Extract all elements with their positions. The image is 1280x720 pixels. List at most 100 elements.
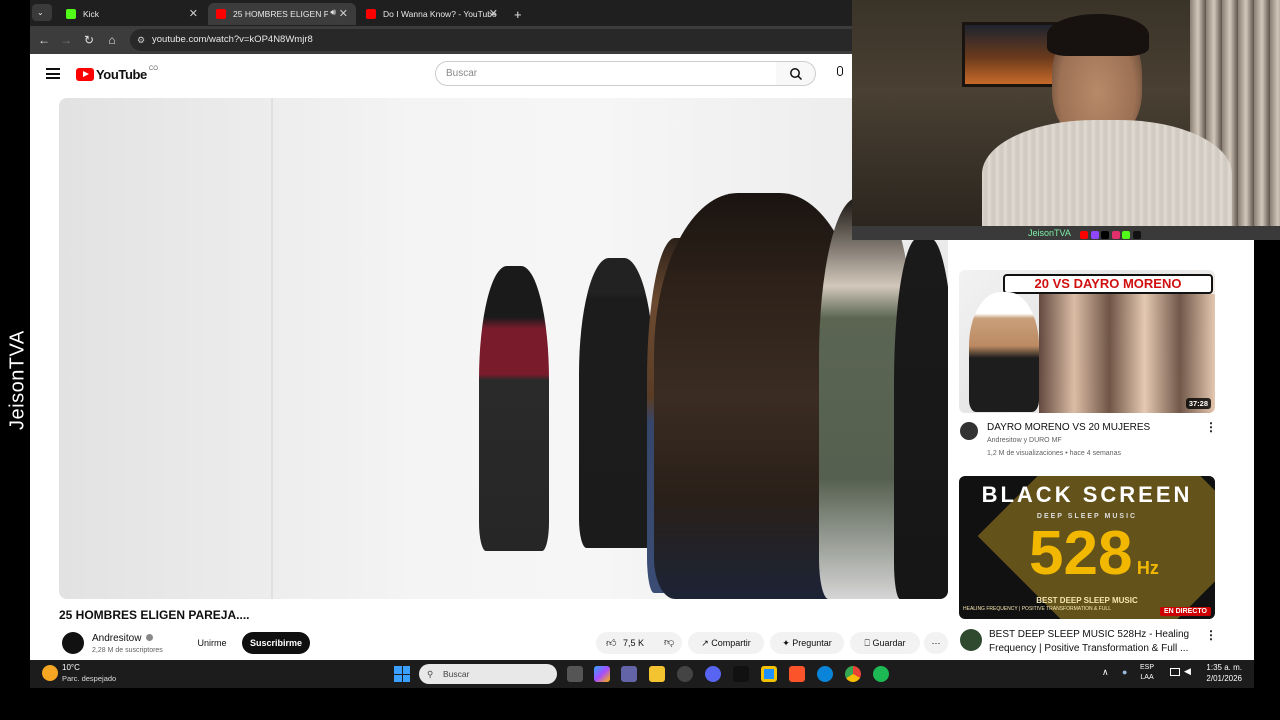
save-button[interactable]: ⎕ Guardar	[850, 632, 920, 654]
sparkle-icon: ✦	[782, 638, 790, 648]
share-button[interactable]: ↗ Compartir	[688, 632, 764, 654]
site-info-icon[interactable]: ⚙	[137, 29, 145, 51]
tab-label: Do I Wanna Know? - YouTube	[383, 9, 497, 19]
back-icon[interactable]: ←	[36, 32, 52, 48]
more-actions-button[interactable]: ⋯	[924, 632, 948, 654]
tab-kick[interactable]: Kick ✕	[58, 3, 206, 25]
like-dislike-group: 👍︎ 7,5 K 👎︎	[596, 632, 682, 654]
subscriber-count: 2,28 M de suscriptores	[92, 647, 163, 654]
thumbnail-caption-small: HEALING FREQUENCY | POSITIVE TRANSFORMAT…	[963, 606, 1111, 612]
frequency-unit: Hz	[1136, 558, 1159, 578]
taskbar-search-text: Buscar	[443, 669, 470, 679]
twitch-icon	[1090, 231, 1099, 239]
streamer-handle: JeisonTVA	[1028, 228, 1071, 238]
weather-icon[interactable]	[42, 665, 58, 681]
ask-label: Preguntar	[792, 638, 832, 648]
recommended-thumbnail[interactable]: BLACK SCREEN DEEP SLEEP MUSIC 528 Hz BES…	[959, 476, 1215, 619]
video-duration: 37:28	[1185, 398, 1211, 409]
recommended-title[interactable]: BEST DEEP SLEEP MUSIC 528Hz - Healing	[989, 629, 1189, 640]
discord-icon[interactable]	[705, 666, 721, 682]
chevron-up-icon[interactable]: ∧	[1102, 667, 1109, 678]
search-icon	[790, 68, 803, 81]
tiktok-icon[interactable]	[733, 666, 749, 682]
channel-avatar-small[interactable]	[960, 422, 978, 440]
tiktok-icon	[1132, 231, 1141, 239]
settings-icon[interactable]	[677, 666, 693, 682]
weather-description[interactable]: Parc. despejado	[62, 674, 116, 683]
spotify-icon[interactable]	[873, 666, 889, 682]
webcam-overlay	[852, 0, 1280, 228]
live-badge: EN DIRECTO	[1159, 607, 1211, 616]
more-vertical-icon[interactable]: ⋮	[1205, 420, 1217, 434]
brave-icon[interactable]	[789, 666, 805, 682]
join-button[interactable]: Unirme	[187, 632, 237, 654]
channel-name-text: Andresitow	[92, 633, 142, 644]
keyboard-layout: LAA	[1140, 674, 1154, 681]
chrome-icon[interactable]	[845, 666, 861, 682]
thumbnail-text: 20 VS DAYRO MORENO	[1034, 276, 1182, 291]
forward-icon[interactable]: →	[58, 32, 74, 48]
search-input[interactable]: Buscar	[435, 61, 777, 86]
edge-icon[interactable]	[817, 666, 833, 682]
youtube-play-icon	[76, 67, 94, 81]
video-player[interactable]	[59, 98, 948, 599]
clock-date[interactable]: 2/01/2026	[1190, 674, 1242, 683]
taskbar-search[interactable]: ⚲ Buscar	[419, 664, 557, 684]
ask-button[interactable]: ✦ Preguntar	[770, 632, 844, 654]
close-icon[interactable]: ✕	[189, 7, 198, 20]
microphone-icon[interactable]: ●	[1122, 667, 1127, 677]
microphone-icon[interactable]	[834, 66, 846, 82]
reload-icon[interactable]: ↻	[81, 32, 97, 48]
thumbnail-heading: BLACK SCREEN	[981, 482, 1193, 507]
recommended-meta: 1,2 M de visualizaciones • hace 4 semana…	[987, 450, 1121, 457]
recommended-channel[interactable]: Andresitow y DURO MF	[987, 437, 1062, 444]
social-icons	[1080, 229, 1141, 243]
recommended-title[interactable]: DAYRO MORENO VS 20 MUJERES	[987, 422, 1150, 433]
weather-temperature[interactable]: 10°C	[62, 663, 80, 672]
webcam-social-bar: JeisonTVA	[852, 226, 1280, 240]
search-button[interactable]	[776, 61, 816, 86]
tab-list-button[interactable]: ⌄	[32, 4, 52, 21]
share-label: Compartir	[711, 638, 751, 648]
recommended-thumbnail[interactable]: 20 VS DAYRO MORENO 37:28	[959, 270, 1215, 413]
share-icon: ↗	[701, 638, 709, 648]
instagram-icon	[1111, 231, 1120, 239]
home-icon[interactable]: ⌂	[104, 32, 120, 48]
youtube-logo[interactable]: YouTube CO	[76, 66, 158, 82]
streamer-hair	[1047, 14, 1149, 56]
close-icon[interactable]: ✕	[489, 7, 498, 20]
tab-do-i-wanna-know[interactable]: Do I Wanna Know? - YouTube ✕	[358, 3, 506, 25]
new-tab-button[interactable]: +	[508, 3, 532, 25]
task-view-icon[interactable]	[567, 666, 583, 682]
youtube-icon	[1080, 231, 1088, 239]
file-explorer-icon[interactable]	[649, 666, 665, 682]
address-url: youtube.com/watch?v=kOP4N8Wmjr8	[152, 34, 313, 45]
network-icon[interactable]	[1170, 668, 1180, 676]
windows-start-icon[interactable]	[394, 666, 410, 682]
tab-label: 25 HOMBRES ELIGEN PARE...	[233, 9, 328, 19]
language-indicator[interactable]: ESP LAA	[1140, 663, 1154, 683]
thumbnail-caption: BEST DEEP SLEEP MUSIC	[1036, 596, 1138, 605]
windows-taskbar: 10°C Parc. despejado ⚲ Buscar ∧ ● ESP LA…	[30, 660, 1254, 688]
thumbs-down-icon[interactable]: 👎︎	[664, 632, 674, 654]
tab-label: Kick	[83, 9, 100, 19]
tab-current-video[interactable]: 25 HOMBRES ELIGEN PARE... 🔊︎ ✕	[208, 3, 356, 25]
clock-time[interactable]: 1:35 a. m.	[1190, 663, 1242, 672]
recommended-title-line2[interactable]: Frequency | Positive Transformation & Fu…	[989, 643, 1188, 654]
teams-icon[interactable]	[621, 666, 637, 682]
channel-name[interactable]: Andresitow	[92, 633, 154, 644]
speaker-icon[interactable]: 🔊︎	[330, 7, 336, 18]
channel-avatar[interactable]	[62, 632, 84, 654]
close-icon[interactable]: ✕	[339, 7, 348, 20]
more-vertical-icon[interactable]: ⋮	[1205, 628, 1217, 642]
like-count[interactable]: 7,5 K	[623, 638, 644, 648]
thumbs-up-icon[interactable]: 👍︎	[606, 638, 616, 649]
copilot-icon[interactable]	[594, 666, 610, 682]
menu-icon[interactable]	[46, 68, 60, 79]
man-dark-shirt	[894, 238, 948, 599]
channel-avatar-small[interactable]	[960, 629, 982, 651]
youtube-icon	[366, 9, 376, 19]
thumbnail-group	[1039, 294, 1215, 413]
obs-icon[interactable]	[761, 666, 777, 682]
subscribe-button[interactable]: Suscribirme	[242, 632, 310, 654]
